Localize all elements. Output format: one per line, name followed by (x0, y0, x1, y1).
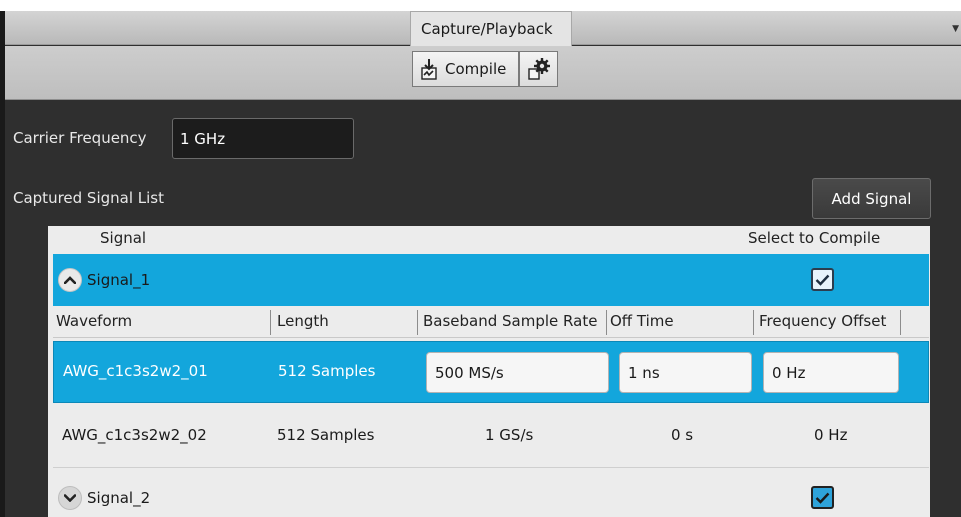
waveform-length: 512 Samples (278, 362, 376, 380)
frequency-offset-input[interactable] (763, 352, 899, 393)
compile-settings-button[interactable] (519, 51, 558, 87)
waveform-length: 512 Samples (277, 426, 375, 444)
signal-row-signal-1[interactable]: Signal_1 (53, 254, 929, 306)
column-divider (753, 310, 754, 335)
select-to-compile-checkbox[interactable] (811, 268, 834, 291)
baseband-sample-rate-column-header: Baseband Sample Rate (423, 312, 598, 330)
table-header: Signal Select to Compile (48, 226, 930, 253)
column-divider (900, 310, 901, 335)
collapse-chevron-up-icon[interactable] (58, 268, 82, 292)
tab-capture-playback[interactable]: Capture/Playback (410, 11, 572, 46)
add-signal-button[interactable]: Add Signal (812, 178, 931, 219)
carrier-frequency-label: Carrier Frequency (13, 129, 147, 147)
signal-name: Signal_1 (87, 271, 151, 289)
carrier-frequency-input[interactable] (172, 118, 354, 159)
compile-icon (421, 59, 437, 80)
baseband-sample-rate-value: 1 GS/s (485, 426, 534, 444)
length-column-header: Length (277, 312, 329, 330)
compile-button[interactable]: Compile (412, 51, 519, 87)
captured-signal-list-label: Captured Signal List (13, 189, 164, 207)
column-divider (417, 310, 418, 335)
waveform-name: AWG_c1c3s2w2_02 (62, 426, 207, 444)
signal-table: Signal Select to Compile Signal_1 Wavefo… (48, 226, 930, 517)
waveform-row-1[interactable]: AWG_c1c3s2w2_01 512 Samples (53, 341, 929, 403)
off-time-value: 0 s (671, 426, 694, 444)
signal-name: Signal_2 (87, 489, 151, 507)
signal-row-signal-2[interactable]: Signal_2 (53, 476, 929, 517)
tab-label: Capture/Playback (421, 20, 553, 38)
tab-strip: Capture/Playback ▼ (5, 11, 961, 46)
waveform-table-header: Waveform Length Baseband Sample Rate Off… (53, 307, 929, 338)
select-to-compile-checkbox[interactable] (811, 486, 834, 509)
expand-chevron-down-icon[interactable] (58, 486, 82, 510)
signal-column-header: Signal (100, 229, 147, 247)
frequency-offset-value: 0 Hz (814, 426, 848, 444)
off-time-input[interactable] (619, 352, 752, 393)
waveform-name: AWG_c1c3s2w2_01 (63, 362, 208, 380)
compile-button-label: Compile (445, 60, 507, 78)
column-divider (270, 310, 271, 335)
waveform-row-2[interactable]: AWG_c1c3s2w2_02 512 Samples 1 GS/s 0 s 0… (53, 406, 929, 468)
baseband-sample-rate-input[interactable] (426, 352, 609, 393)
select-to-compile-column-header: Select to Compile (748, 229, 881, 247)
compile-settings-gear-icon (527, 58, 550, 80)
off-time-column-header: Off Time (610, 312, 674, 330)
column-divider (606, 310, 607, 335)
tab-menu-chevron-down-icon[interactable]: ▼ (952, 24, 959, 34)
waveform-column-header: Waveform (56, 312, 133, 330)
frequency-offset-column-header: Frequency Offset (759, 312, 887, 330)
